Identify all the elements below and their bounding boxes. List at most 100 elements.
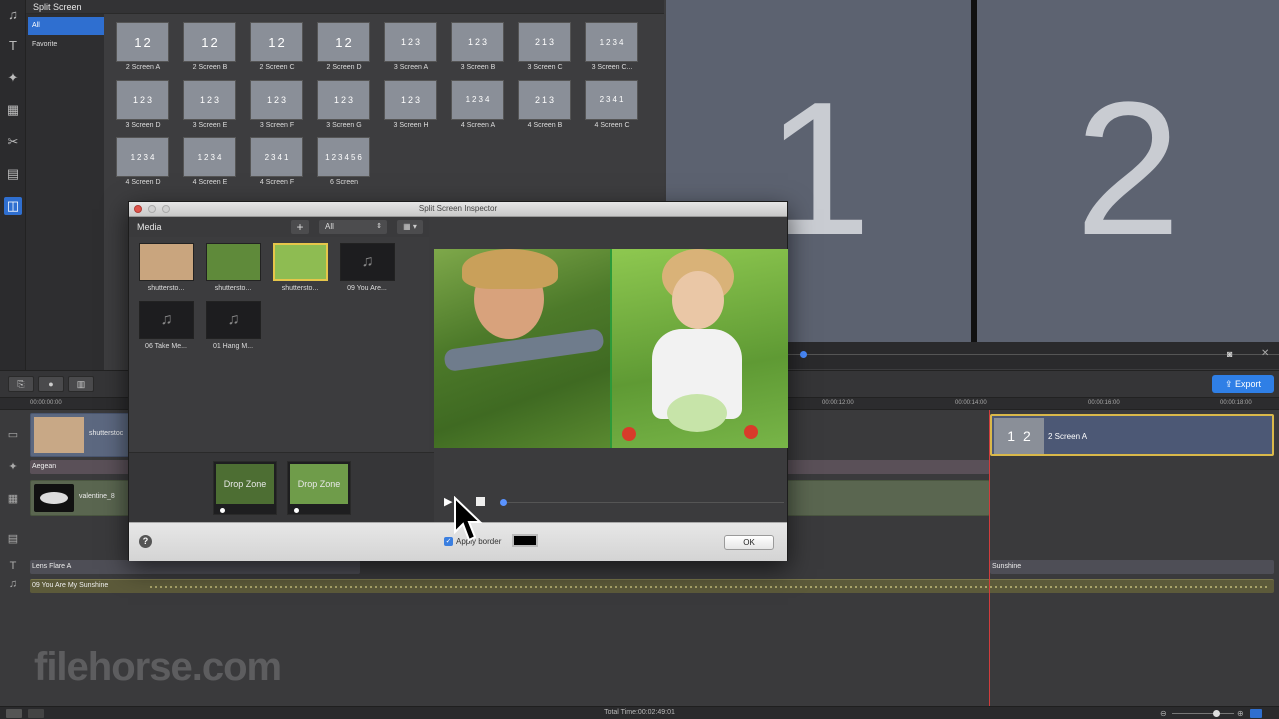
ruler-tick: 00:00:14:00	[955, 400, 987, 406]
transition-icon[interactable]: ✂	[4, 133, 22, 151]
microphone-icon[interactable]: ●	[38, 376, 64, 392]
media-item[interactable]: shutterstо...	[269, 240, 331, 296]
zoom-slider-handle[interactable]	[1213, 710, 1220, 717]
template-cell: 1	[465, 95, 471, 104]
fit-timeline-icon[interactable]	[1250, 709, 1262, 718]
audio-clip[interactable]: 09 You Are My Sunshine	[30, 579, 1274, 593]
media-item[interactable]: ♫ 01 Hang M...	[202, 298, 264, 354]
template-cell: 2	[534, 37, 540, 47]
template-cell: 3	[549, 37, 555, 47]
template-cell: 4	[618, 37, 624, 47]
template-label: 2 Screen B	[192, 64, 228, 71]
template-item[interactable]: 1234 4 Screen D	[110, 133, 176, 189]
template-cell: 1	[199, 94, 205, 105]
export-icon: ⇪	[1224, 379, 1236, 389]
overlay-icon[interactable]: ▦	[4, 101, 22, 119]
inspector-scrub-bar[interactable]	[504, 502, 784, 503]
apply-border-checkbox[interactable]: ✓	[444, 537, 453, 546]
video-clip[interactable]: shutterstoc	[30, 413, 130, 457]
thumb-cell: 1	[1007, 428, 1015, 444]
template-item[interactable]: 2341 4 Screen F	[244, 133, 310, 189]
help-button[interactable]: ?	[139, 535, 152, 548]
template-item[interactable]: 1234 3 Screen C...	[579, 18, 645, 74]
template-item[interactable]: 12 2 Screen A	[110, 18, 176, 74]
magic-wand-icon[interactable]: ✦	[4, 69, 22, 87]
template-item[interactable]: 1233 Screen D	[110, 76, 176, 132]
media-filter-select[interactable]: All ⇕	[319, 220, 387, 234]
mouse-cursor-icon	[454, 496, 483, 542]
playhead[interactable]	[989, 410, 990, 706]
template-item[interactable]: 1234 4 Screen E	[177, 133, 243, 189]
template-item[interactable]: 123 3 Screen B	[445, 18, 511, 74]
template-cell: 3	[147, 94, 153, 105]
add-media-button[interactable]: +	[291, 220, 309, 234]
preview-image-right[interactable]	[612, 249, 788, 448]
fullscreen-icon[interactable]: ✕	[1261, 348, 1273, 360]
zoom-in-icon[interactable]: ⊕	[1237, 709, 1244, 718]
template-cell: 1	[599, 37, 605, 47]
preview-image-left[interactable]	[434, 249, 610, 448]
template-cell: 2	[407, 37, 413, 47]
template-item[interactable]: 12344 Screen A	[445, 76, 511, 132]
template-item[interactable]: 1233 Screen G	[311, 76, 377, 132]
split-clip-icon[interactable]: ⎘	[8, 376, 34, 392]
lens-flare-bar[interactable]: Lens Flare A	[30, 560, 360, 574]
music-note-icon: ♫	[206, 301, 261, 339]
template-item[interactable]: 12 2 Screen B	[177, 18, 243, 74]
media-item[interactable]: ♫ 06 Take Me...	[135, 298, 197, 354]
dialog-title: Split Screen Inspector	[418, 204, 498, 213]
template-item[interactable]: 1233 Screen F	[244, 76, 310, 132]
template-item[interactable]: 1233 Screen E	[177, 76, 243, 132]
sunshine-bar[interactable]: Sunshine	[990, 560, 1274, 574]
ok-button[interactable]: OK	[724, 535, 774, 550]
inspector-transport: ▶	[434, 492, 788, 512]
template-thumbnail: 123	[384, 79, 437, 120]
template-cell: 3	[348, 94, 354, 105]
zoom-slider[interactable]	[1172, 713, 1234, 714]
media-item[interactable]: ♫ 09 You Are...	[336, 240, 398, 296]
template-cell: 6	[357, 152, 362, 162]
category-all[interactable]: All	[28, 17, 104, 35]
template-cell: 2	[277, 34, 285, 50]
text-icon[interactable]: T	[4, 37, 22, 55]
template-thumbnail: 123	[116, 79, 169, 120]
drop-zone-area: Drop Zone Drop Zone	[129, 452, 434, 522]
text-track-icon: T	[9, 560, 17, 572]
media-label: 06 Take Me...	[145, 343, 187, 350]
snapshot-icon[interactable]: ◙	[1227, 349, 1241, 360]
media-item[interactable]: shuttersto...	[135, 240, 197, 296]
template-cell: 3	[214, 94, 220, 105]
drop-zone-2[interactable]: Drop Zone	[287, 461, 351, 515]
drop-zone-1[interactable]: Drop Zone	[213, 461, 277, 515]
template-item[interactable]: 1233 Screen H	[378, 76, 444, 132]
template-item[interactable]: 12 2 Screen C	[244, 18, 310, 74]
video-track-icon: ▭	[7, 429, 19, 441]
template-cell: 4	[277, 152, 282, 162]
preview-scrub-handle[interactable]	[800, 351, 807, 358]
export-button[interactable]: ⇪ Export	[1212, 375, 1274, 393]
trash-icon[interactable]: ▥	[68, 376, 94, 392]
zoom-out-icon[interactable]: ⊖	[1160, 709, 1167, 718]
split-screen-icon[interactable]: ◫	[4, 197, 22, 215]
template-cell: 1	[134, 34, 142, 50]
film-icon[interactable]: ▤	[4, 165, 22, 183]
border-color-swatch[interactable]	[512, 534, 538, 547]
media-item[interactable]: shuttersto...	[202, 240, 264, 296]
video-clip-label: shutterstoc	[89, 430, 124, 437]
template-item[interactable]: 23414 Screen C	[579, 76, 645, 132]
category-favorite[interactable]: Favorite	[28, 36, 104, 54]
template-cell: 2	[474, 37, 480, 47]
cabbage	[667, 394, 727, 432]
template-item[interactable]: 2134 Screen B	[512, 76, 578, 132]
template-item[interactable]: 12 2 Screen D	[311, 18, 377, 74]
template-label: 4 Screen B	[527, 121, 563, 129]
template-cell: 2	[206, 94, 212, 105]
template-item[interactable]: 123456 6 Screen	[311, 133, 377, 189]
inspector-scrub-handle[interactable]	[500, 499, 507, 506]
music-icon[interactable]: ♫	[4, 6, 22, 24]
template-item[interactable]: 213 3 Screen C	[512, 18, 578, 74]
view-mode-button[interactable]: ▦ ▾	[397, 220, 423, 234]
overlay-clip-label: valentine_8	[79, 493, 115, 500]
split-screen-clip[interactable]: 1 2 2 Screen A	[990, 414, 1274, 456]
template-item[interactable]: 123 3 Screen A	[378, 18, 444, 74]
